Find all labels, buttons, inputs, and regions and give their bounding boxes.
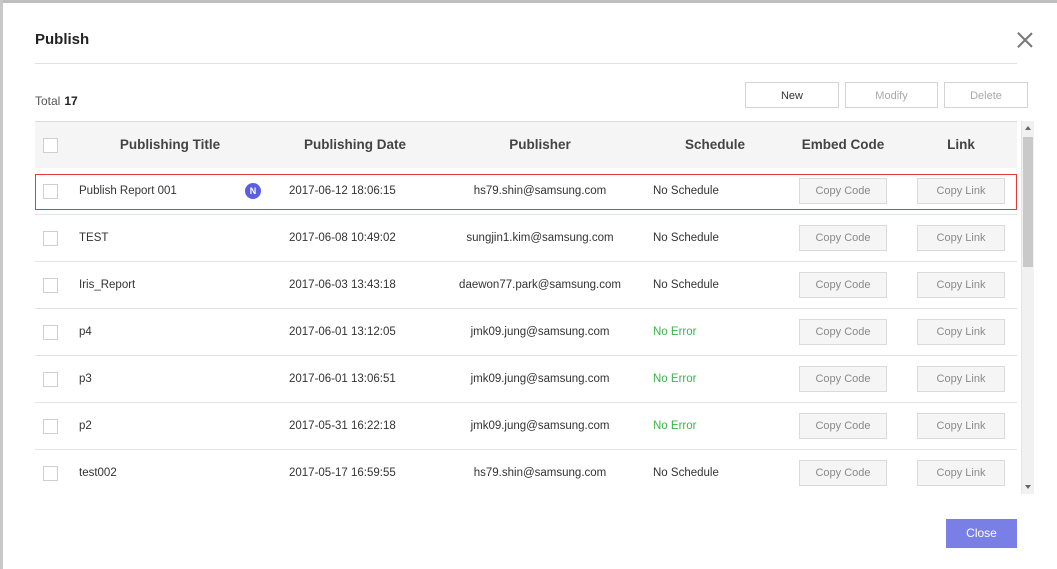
table-scrollbar[interactable] [1021,121,1034,494]
copy-link-button[interactable]: Copy Link [917,178,1005,204]
copy-code-button[interactable]: Copy Code [799,225,887,251]
row-schedule: No Schedule [653,185,719,197]
row-schedule: No Schedule [653,467,719,479]
row-date: 2017-06-03 13:43:18 [289,279,396,291]
row-publisher: jmk09.jung@samsung.com [470,326,610,338]
row-checkbox[interactable] [43,278,58,293]
row-checkbox[interactable] [43,419,58,434]
row-schedule: No Error [653,420,697,432]
copy-link-button[interactable]: Copy Link [917,272,1005,298]
copy-link-button[interactable]: Copy Link [917,319,1005,345]
row-date: 2017-06-12 18:06:15 [289,185,396,197]
row-checkbox[interactable] [43,325,58,340]
row-checkbox[interactable] [43,466,58,481]
row-schedule: No Schedule [653,279,719,291]
copy-link-button[interactable]: Copy Link [917,460,1005,486]
modify-button[interactable]: Modify [845,82,938,108]
header-publisher[interactable]: Publisher [475,122,605,168]
copy-code-button[interactable]: Copy Code [799,460,887,486]
row-date: 2017-05-31 16:22:18 [289,420,396,432]
total-value: 17 [64,94,78,108]
header-title[interactable]: Publishing Title [95,122,245,168]
row-checkbox[interactable] [43,184,58,199]
total-label: Total [35,94,61,108]
row-publisher: hs79.shin@samsung.com [473,185,607,197]
table-row[interactable]: p4 2017-06-01 13:12:05 jmk09.jung@samsun… [35,309,1017,356]
select-all-checkbox[interactable] [43,138,58,153]
delete-button[interactable]: Delete [944,82,1028,108]
row-title: TEST [79,232,109,244]
copy-code-button[interactable]: Copy Code [799,319,887,345]
header-date[interactable]: Publishing Date [280,122,430,168]
total-count: Total 17 [35,94,78,108]
row-publisher: sungjin1.kim@samsung.com [466,232,614,244]
row-publisher: daewon77.park@samsung.com [459,279,621,291]
row-title: p2 [79,420,92,432]
window-top-border [0,0,1057,3]
table-row[interactable]: Iris_Report 2017-06-03 13:43:18 daewon77… [35,262,1017,309]
row-date: 2017-06-01 13:12:05 [289,326,396,338]
close-button[interactable]: Close [946,519,1017,548]
dialog-title: Publish [35,31,90,48]
row-schedule: No Error [653,326,697,338]
row-publisher: jmk09.jung@samsung.com [470,373,610,385]
row-checkbox[interactable] [43,231,58,246]
row-date: 2017-05-17 16:59:55 [289,467,396,479]
table-row[interactable]: p2 2017-05-31 16:22:18 jmk09.jung@samsun… [35,403,1017,450]
table-row[interactable]: p3 2017-06-01 13:06:51 jmk09.jung@samsun… [35,356,1017,403]
row-title: p4 [79,326,92,338]
row-publisher: jmk09.jung@samsung.com [470,420,610,432]
publish-table: Publishing Title Publishing Date Publish… [35,121,1017,496]
row-checkbox[interactable] [43,372,58,387]
row-schedule: No Schedule [653,232,719,244]
copy-code-button[interactable]: Copy Code [799,178,887,204]
row-schedule: No Error [653,373,697,385]
copy-code-button[interactable]: Copy Code [799,413,887,439]
row-publisher: hs79.shin@samsung.com [473,467,607,479]
scrollbar-thumb[interactable] [1023,137,1033,267]
new-badge: N [245,183,261,199]
row-title: Iris_Report [79,279,136,291]
scroll-up-arrow-icon[interactable] [1022,121,1034,135]
close-icon[interactable] [1015,30,1035,50]
window-left-border [0,0,3,569]
row-date: 2017-06-08 10:49:02 [289,232,396,244]
header-schedule[interactable]: Schedule [665,122,765,168]
header-link[interactable]: Link [911,122,1011,168]
table-header: Publishing Title Publishing Date Publish… [35,121,1017,168]
table-row[interactable]: test002 2017-05-17 16:59:55 hs79.shin@sa… [35,450,1017,496]
copy-link-button[interactable]: Copy Link [917,413,1005,439]
row-title: test002 [79,467,117,479]
title-divider [35,63,1017,64]
copy-link-button[interactable]: Copy Link [917,366,1005,392]
copy-link-button[interactable]: Copy Link [917,225,1005,251]
scroll-down-arrow-icon[interactable] [1022,480,1034,494]
table-row[interactable]: TEST 2017-06-08 10:49:02 sungjin1.kim@sa… [35,215,1017,262]
copy-code-button[interactable]: Copy Code [799,366,887,392]
row-title: p3 [79,373,92,385]
row-date: 2017-06-01 13:06:51 [289,373,396,385]
header-embed-code[interactable]: Embed Code [793,122,893,168]
copy-code-button[interactable]: Copy Code [799,272,887,298]
new-button[interactable]: New [745,82,839,108]
table-row[interactable]: Publish Report 001 N 2017-06-12 18:06:15… [35,168,1017,215]
row-title: Publish Report 001 [79,185,177,197]
